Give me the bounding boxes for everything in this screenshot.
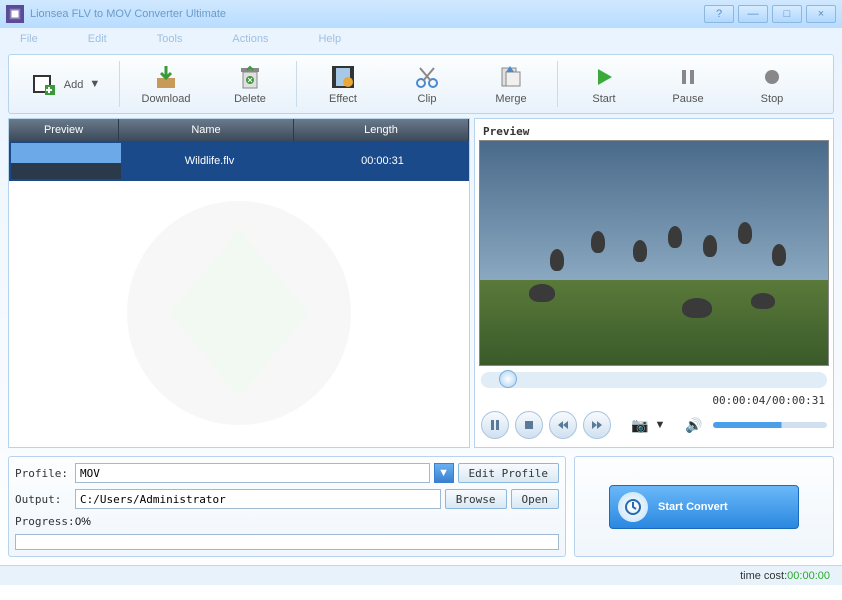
add-icon	[30, 70, 58, 98]
edit-profile-button[interactable]: Edit Profile	[458, 463, 559, 483]
clip-label: Clip	[418, 93, 437, 105]
menubar: File Edit Tools Actions Help	[0, 28, 842, 50]
delete-label: Delete	[234, 93, 266, 105]
profile-label: Profile:	[15, 467, 71, 480]
clip-button[interactable]: Clip	[385, 55, 469, 113]
menu-actions[interactable]: Actions	[232, 33, 268, 45]
merge-label: Merge	[495, 93, 526, 105]
stop-button[interactable]: Stop	[730, 55, 814, 113]
preview-title: Preview	[479, 123, 829, 140]
profile-input[interactable]	[75, 463, 430, 483]
time-cost-label: time cost:	[740, 570, 787, 582]
player-pause-button[interactable]	[481, 411, 509, 439]
time-label: 00:00:04/00:00:31	[479, 394, 829, 407]
list-header: Preview Name Length	[9, 119, 469, 141]
app-icon	[6, 5, 24, 23]
convert-label: Start Convert	[658, 501, 728, 513]
output-input[interactable]	[75, 489, 441, 509]
add-button[interactable]: Add ▼	[15, 55, 115, 113]
player-forward-button[interactable]	[583, 411, 611, 439]
start-button[interactable]: Start	[562, 55, 646, 113]
merge-icon	[497, 63, 525, 91]
player-stop-button[interactable]	[515, 411, 543, 439]
file-list: Preview Name Length Wildlife.flv 00:00:3…	[8, 118, 470, 448]
header-name[interactable]: Name	[119, 119, 294, 141]
start-convert-button[interactable]: Start Convert	[609, 485, 799, 529]
convert-icon	[618, 492, 648, 522]
clip-icon	[413, 63, 441, 91]
play-icon	[590, 63, 618, 91]
preview-pane: Preview 00:00:04/00:00:31 📷 ▼	[474, 118, 834, 448]
maximize-button[interactable]: □	[772, 5, 802, 23]
snapshot-dropdown-icon[interactable]: ▼	[654, 419, 665, 431]
header-preview[interactable]: Preview	[9, 119, 119, 141]
open-button[interactable]: Open	[511, 489, 560, 509]
stop-label: Stop	[761, 93, 784, 105]
delete-button[interactable]: Delete	[208, 55, 292, 113]
help-button[interactable]: ?	[704, 5, 734, 23]
merge-button[interactable]: Merge	[469, 55, 553, 113]
seek-bar[interactable]	[481, 372, 827, 388]
add-label: Add	[64, 79, 84, 91]
menu-tools[interactable]: Tools	[157, 33, 183, 45]
effect-button[interactable]: Effect	[301, 55, 385, 113]
row-length: 00:00:31	[296, 155, 469, 167]
start-label: Start	[592, 93, 615, 105]
time-cost-value: 00:00:00	[787, 570, 830, 582]
volume-icon[interactable]: 🔊	[685, 417, 702, 434]
app-title: Lionsea FLV to MOV Converter Ultimate	[30, 8, 226, 20]
pause-button[interactable]: Pause	[646, 55, 730, 113]
menu-help[interactable]: Help	[318, 33, 341, 45]
dropdown-icon: ▼	[89, 78, 100, 90]
minimize-button[interactable]: —	[738, 5, 768, 23]
header-length[interactable]: Length	[294, 119, 469, 141]
watermark-icon	[9, 179, 469, 447]
row-name: Wildlife.flv	[123, 155, 296, 167]
titlebar: Lionsea FLV to MOV Converter Ultimate ? …	[0, 0, 842, 28]
convert-pane: Start Convert	[574, 456, 834, 557]
snapshot-icon[interactable]: 📷	[631, 417, 648, 434]
browse-button[interactable]: Browse	[445, 489, 507, 509]
status-bar: time cost: 00:00:00	[0, 565, 842, 585]
volume-slider[interactable]	[713, 422, 827, 428]
pause-label: Pause	[672, 93, 703, 105]
effect-icon	[329, 63, 357, 91]
delete-icon	[236, 63, 264, 91]
seek-knob[interactable]	[499, 370, 517, 388]
toolbar: Add ▼ Download Delete Effect Clip Merge …	[8, 54, 834, 114]
download-button[interactable]: Download	[124, 55, 208, 113]
progress-bar	[15, 534, 559, 550]
progress-label: Progress:	[15, 515, 71, 528]
progress-value: 0%	[75, 516, 91, 528]
pause-icon	[674, 63, 702, 91]
menu-edit[interactable]: Edit	[88, 33, 107, 45]
effect-label: Effect	[329, 93, 357, 105]
download-icon	[152, 63, 180, 91]
close-button[interactable]: ×	[806, 5, 836, 23]
output-label: Output:	[15, 493, 71, 506]
menu-file[interactable]: File	[20, 33, 38, 45]
video-display[interactable]	[479, 140, 829, 366]
player-rewind-button[interactable]	[549, 411, 577, 439]
profile-dropdown[interactable]: ▼	[434, 463, 454, 483]
stop-icon	[758, 63, 786, 91]
settings-pane: Profile: ▼ Edit Profile Output: Browse O…	[8, 456, 566, 557]
download-label: Download	[142, 93, 191, 105]
